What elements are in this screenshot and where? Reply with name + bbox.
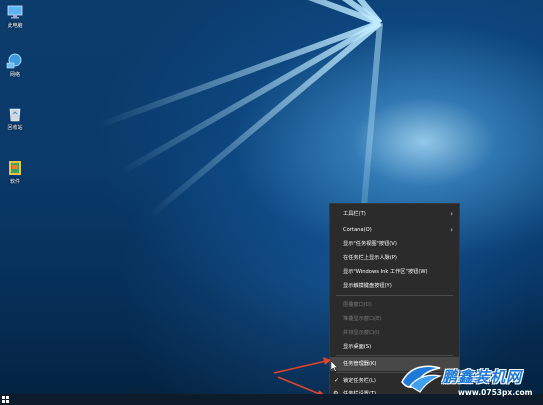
- bird-logo-icon: [401, 365, 442, 393]
- menu-item-side-by-side[interactable]: 并排显示窗口(I): [330, 326, 459, 340]
- menu-item-label: 工具栏(T): [343, 211, 366, 217]
- desktop-icon-this-pc[interactable]: 此电脑: [0, 4, 30, 29]
- menu-item-label: 显示桌面(S): [343, 344, 372, 350]
- desktop-icon-label: 网络: [9, 72, 20, 78]
- menu-item-label: 并排显示窗口(I): [343, 330, 380, 336]
- chevron-right-icon: ›: [450, 210, 453, 218]
- menu-item-show-task-view[interactable]: 显示"任务视图"按钮(V): [330, 237, 459, 251]
- network-icon: [6, 53, 22, 69]
- menu-separator: [336, 355, 453, 356]
- menu-item-cortana[interactable]: Cortana(O) ›: [330, 223, 459, 237]
- menu-item-label: 显示"Windows Ink 工作区"按钮(W): [343, 269, 428, 275]
- menu-item-label: Cortana(O): [343, 227, 372, 233]
- desktop-icon-label: 此电脑: [7, 23, 23, 29]
- menu-item-label: 在任务栏上显示人脉(P): [343, 255, 397, 261]
- menu-item-label: 显示触摸键盘按钮(Y): [343, 283, 392, 289]
- desktop-icon-label: 软件: [9, 179, 20, 185]
- computer-icon: [7, 5, 23, 19]
- menu-item-label: 堆叠显示窗口(E): [343, 316, 382, 322]
- menu-item-stack-windows[interactable]: 堆叠显示窗口(E): [330, 312, 459, 326]
- folder-icon: [9, 161, 21, 175]
- menu-item-label: 任务管理器(K): [343, 361, 377, 367]
- watermark-title: 鹏鑫装机网: [442, 368, 523, 386]
- desktop-icon-network[interactable]: 网络: [0, 53, 30, 78]
- menu-item-toolbars[interactable]: 工具栏(T) ›: [330, 207, 459, 221]
- menu-item-cascade-windows[interactable]: 层叠窗口(D): [330, 298, 459, 312]
- desktop-icon-recycle-bin[interactable]: 回收站: [0, 106, 30, 131]
- menu-separator: [336, 295, 453, 296]
- menu-item-label: 层叠窗口(D): [343, 302, 372, 308]
- desktop-wallpaper: [0, 0, 543, 405]
- watermark-url: www.0753px.com: [458, 388, 533, 397]
- menu-item-label: 显示"任务视图"按钮(V): [343, 241, 397, 247]
- desktop-icon-label: 回收站: [7, 125, 23, 131]
- desktop-icon-software[interactable]: 软件: [0, 160, 30, 185]
- recycle-bin-icon: [9, 108, 21, 122]
- chevron-right-icon: ›: [450, 226, 453, 234]
- windows-start-icon[interactable]: [2, 396, 9, 403]
- menu-item-show-touch-keyboard[interactable]: 显示触摸键盘按钮(Y): [330, 279, 459, 293]
- menu-item-label: 锁定任务栏(L): [343, 378, 376, 384]
- menu-item-show-desktop[interactable]: 显示桌面(S): [330, 340, 459, 354]
- menu-item-show-people[interactable]: 在任务栏上显示人脉(P): [330, 251, 459, 265]
- menu-item-show-windows-ink[interactable]: 显示"Windows Ink 工作区"按钮(W): [330, 265, 459, 279]
- watermark-logo: 鹏鑫装机网 www.0753px.com: [398, 360, 543, 405]
